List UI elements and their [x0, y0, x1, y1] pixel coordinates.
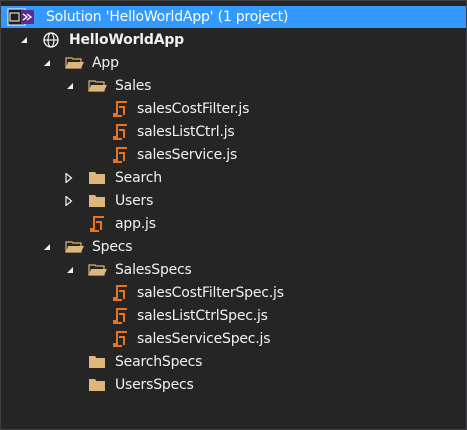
globe-project-icon: [42, 31, 60, 49]
folder-open-icon: [88, 261, 107, 279]
file-label: salesService.js: [137, 147, 238, 163]
js-file-icon: [111, 100, 129, 118]
file-label: salesCostFilter.js: [137, 101, 250, 117]
js-file-icon: [111, 123, 129, 141]
expanded-arrow-icon[interactable]: [42, 236, 54, 258]
tree-row-salesServiceSpec[interactable]: salesServiceSpec.js: [1, 328, 466, 350]
file-label: salesCostFilterSpec.js: [137, 285, 284, 301]
folder-open-icon: [65, 54, 84, 72]
folder-label-searchSpecs: SearchSpecs: [115, 354, 203, 370]
tree-row-search[interactable]: Search: [1, 167, 466, 189]
folder-label-search: Search: [115, 170, 162, 186]
tree-row-app[interactable]: App: [1, 52, 466, 74]
tree-row-sales[interactable]: Sales: [1, 75, 466, 97]
tree-row-project[interactable]: HelloWorldApp: [1, 29, 466, 51]
expanded-arrow-icon[interactable]: [65, 75, 77, 97]
tree-row-usersSpecs[interactable]: UsersSpecs: [1, 374, 466, 396]
js-file-icon: [111, 330, 129, 348]
tree-row-solution[interactable]: Solution 'HelloWorldApp' (1 project): [1, 6, 466, 28]
project-label: HelloWorldApp: [69, 32, 184, 48]
solution-icon: [7, 8, 34, 26]
tree-row-searchSpecs[interactable]: SearchSpecs: [1, 351, 466, 373]
tree-row-appjs[interactable]: app.js: [1, 213, 466, 235]
folder-icon: [88, 192, 106, 210]
js-file-icon: [111, 284, 129, 302]
collapsed-arrow-icon[interactable]: [64, 190, 76, 212]
folder-label-usersSpecs: UsersSpecs: [115, 377, 194, 393]
folder-label-app: App: [92, 55, 119, 71]
folder-label-users: Users: [115, 193, 154, 209]
folder-icon: [88, 353, 106, 371]
tree-row-salesListCtrl[interactable]: salesListCtrl.js: [1, 121, 466, 143]
expanded-arrow-icon[interactable]: [42, 52, 54, 74]
folder-label-specs: Specs: [92, 239, 133, 255]
tree-row-users[interactable]: Users: [1, 190, 466, 212]
expanded-arrow-icon[interactable]: [19, 29, 31, 51]
tree-row-salesCostFilter[interactable]: salesCostFilter.js: [1, 98, 466, 120]
tree-row-salesCostFilterSpec[interactable]: salesCostFilterSpec.js: [1, 282, 466, 304]
file-label: salesServiceSpec.js: [137, 331, 271, 347]
folder-open-icon: [88, 77, 107, 95]
js-file-icon: [111, 146, 129, 164]
solution-title: Solution 'HelloWorldApp' (1 project): [46, 9, 289, 25]
tree-row-salesSpecs[interactable]: SalesSpecs: [1, 259, 466, 281]
expanded-arrow-icon[interactable]: [65, 259, 77, 281]
js-file-icon: [88, 215, 106, 233]
collapsed-arrow-icon[interactable]: [64, 167, 76, 189]
folder-label-salesSpecs: SalesSpecs: [115, 262, 192, 278]
folder-icon: [88, 376, 106, 394]
solution-explorer-panel: Solution 'HelloWorldApp' (1 project) Hel…: [0, 0, 467, 430]
file-label: app.js: [115, 216, 156, 232]
folder-open-icon: [65, 238, 84, 256]
js-file-icon: [111, 307, 129, 325]
file-label: salesListCtrl.js: [137, 124, 235, 140]
tree-row-specs[interactable]: Specs: [1, 236, 466, 258]
tree-row-salesListCtrlSpec[interactable]: salesListCtrlSpec.js: [1, 305, 466, 327]
folder-label-sales: Sales: [115, 78, 152, 94]
file-label: salesListCtrlSpec.js: [137, 308, 268, 324]
tree-row-salesService[interactable]: salesService.js: [1, 144, 466, 166]
folder-icon: [88, 169, 106, 187]
